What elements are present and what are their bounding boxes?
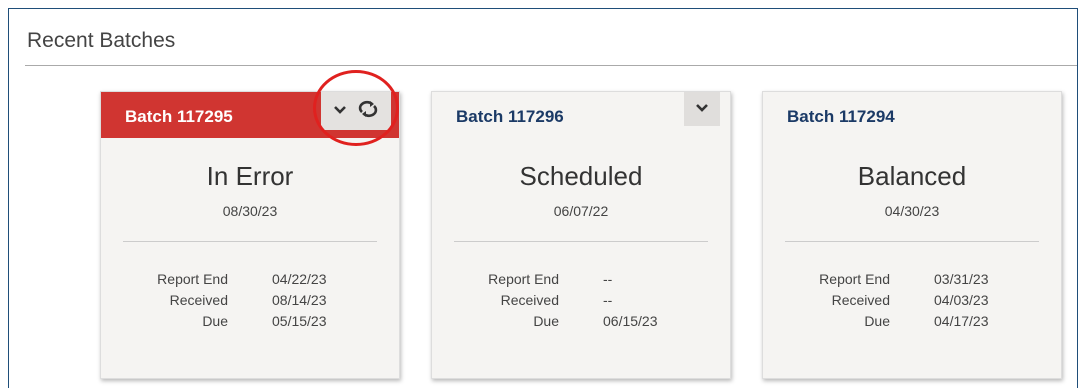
batch-status: In Error <box>206 161 294 191</box>
report-end-label: Report End <box>157 271 228 287</box>
card-header: Batch 117296 <box>432 92 730 138</box>
chevron-down-icon[interactable] <box>696 100 708 118</box>
batch-card: Batch 117295 In Error 08/30/23 Report En… <box>100 91 400 379</box>
card-header: Batch 117295 <box>101 92 399 138</box>
batch-title[interactable]: Batch 117294 <box>787 107 895 127</box>
title-divider <box>25 65 1077 66</box>
due-value: 06/15/23 <box>603 313 658 329</box>
report-end-label: Report End <box>819 271 890 287</box>
received-value: -- <box>603 292 613 308</box>
refresh-icon[interactable] <box>358 100 378 123</box>
due-value: 04/17/23 <box>934 313 989 329</box>
received-label: Received <box>500 292 559 308</box>
batch-card: Batch 117294 Balanced 04/30/23 Report En… <box>762 91 1062 379</box>
batch-details: Report End 04/22/23 Received 08/14/23 Due 0… <box>131 269 327 332</box>
due-label: Due <box>864 313 890 329</box>
batch-card: Batch 117296 Scheduled 06/07/22 Report E… <box>431 91 731 379</box>
received-label: Received <box>831 292 890 308</box>
due-value: 05/15/23 <box>272 313 327 329</box>
status-date: 06/07/22 <box>553 203 609 219</box>
batch-status: Balanced <box>857 161 967 191</box>
batch-title[interactable]: Batch 117296 <box>456 107 564 127</box>
card-divider <box>785 241 1039 242</box>
batch-status: Scheduled <box>519 161 643 191</box>
batch-title[interactable]: Batch 117295 <box>125 107 233 127</box>
status-date: 04/30/23 <box>884 203 940 219</box>
batch-details: Report End 03/31/23 Received 04/03/23 Due 0… <box>793 269 989 332</box>
received-value: 08/14/23 <box>272 292 327 308</box>
panel-title: Recent Batches <box>27 29 176 52</box>
status-date: 08/30/23 <box>222 203 278 219</box>
report-end-value: 04/22/23 <box>272 271 327 287</box>
card-actions <box>321 92 391 130</box>
report-end-value: -- <box>603 271 613 287</box>
report-end-label: Report End <box>488 271 559 287</box>
card-header: Batch 117294 <box>763 92 1061 138</box>
received-label: Received <box>169 292 228 308</box>
due-label: Due <box>533 313 559 329</box>
received-value: 04/03/23 <box>934 292 989 308</box>
report-end-value: 03/31/23 <box>934 271 989 287</box>
card-divider <box>454 241 708 242</box>
expand-button[interactable] <box>684 92 720 126</box>
chevron-down-icon[interactable] <box>334 102 346 120</box>
batch-details: Report End -- Received -- Due 06/15/23 <box>462 269 658 332</box>
due-label: Due <box>202 313 228 329</box>
card-divider <box>123 241 377 242</box>
